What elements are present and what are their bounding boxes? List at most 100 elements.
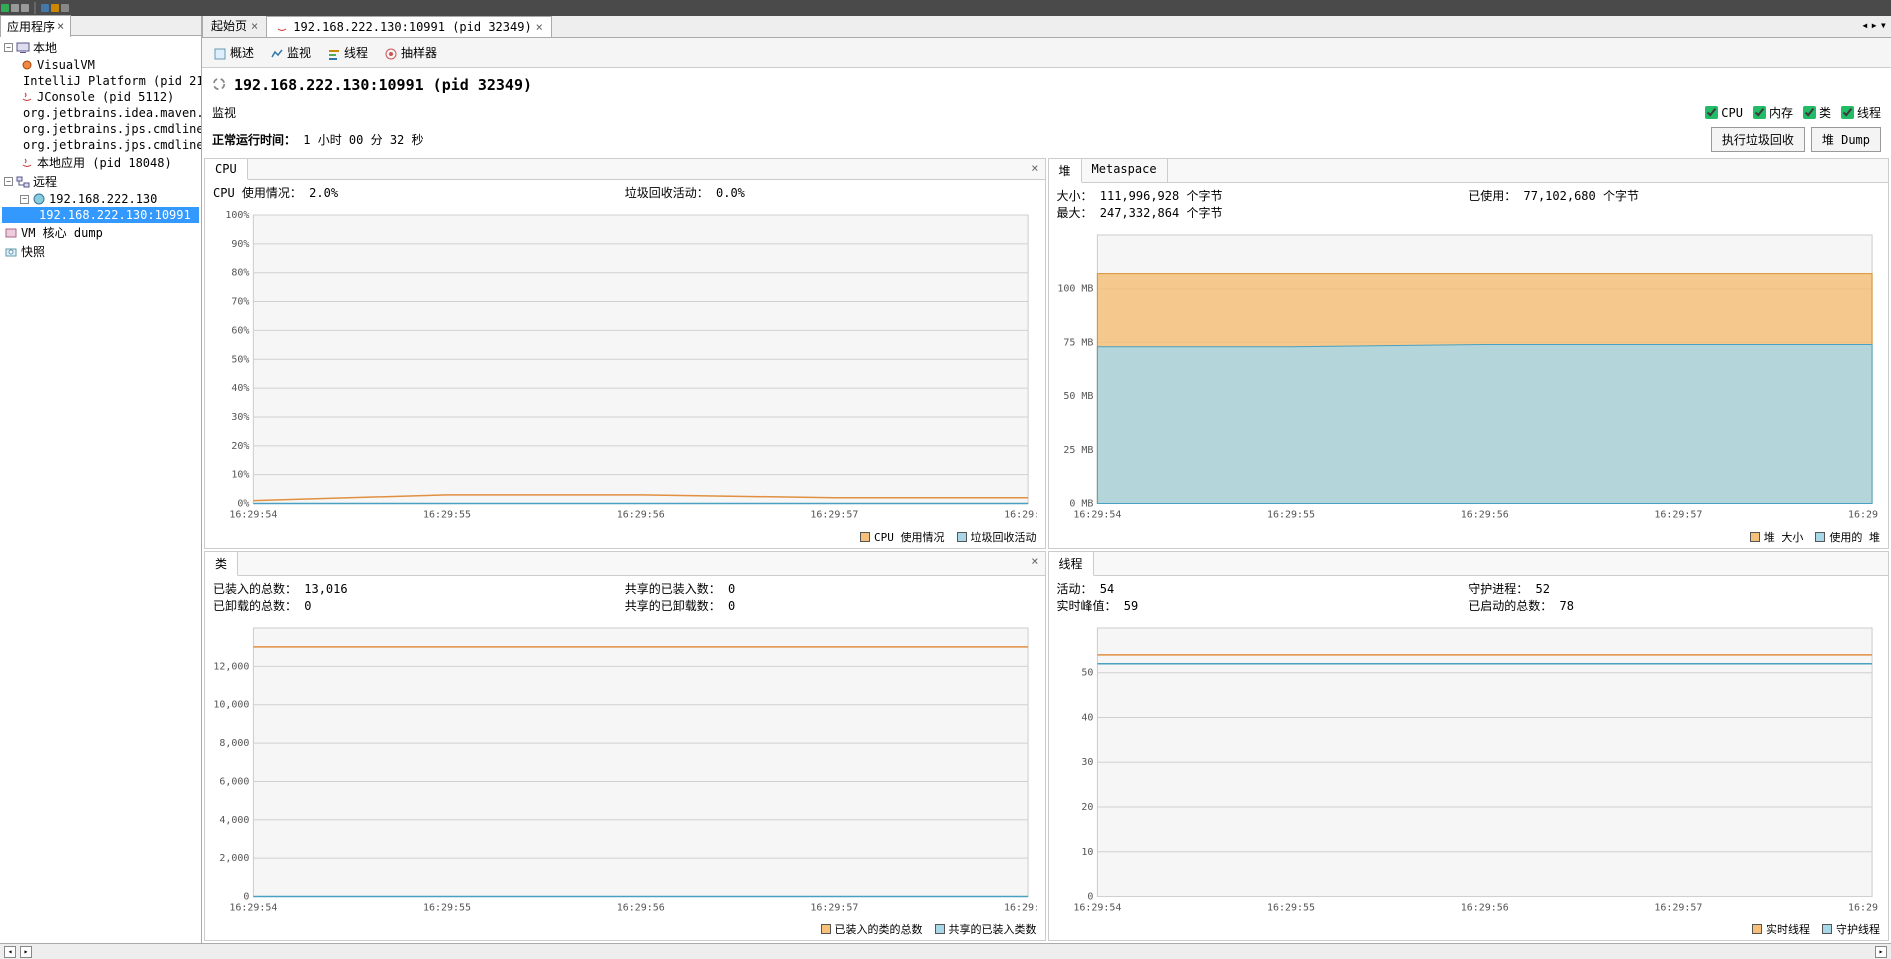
uptime-value: 1 小时 00 分 32 秒 — [303, 133, 423, 147]
tree-label: org.jetbrains.jps.cmdline.Launc — [23, 122, 201, 136]
started-threads-value: 78 — [1560, 599, 1574, 613]
svg-text:16:29:58: 16:29:58 — [1004, 510, 1036, 521]
info-label: 已装入的总数： — [213, 582, 297, 596]
nav-right-icon[interactable]: ▸ — [1875, 946, 1887, 958]
tree-node-coredump[interactable]: VM 核心 dump — [2, 223, 199, 242]
tree-label: org.jetbrains.jps.cmdline.Launc — [23, 138, 201, 152]
network-icon — [16, 176, 30, 188]
collapse-icon[interactable]: − — [4, 177, 13, 186]
tree-node-remote-host[interactable]: − 192.168.222.130 — [2, 191, 199, 207]
gc-button[interactable]: 执行垃圾回收 — [1711, 127, 1805, 152]
tab-next-icon[interactable]: ▸ — [1871, 18, 1878, 32]
button-label: 概述 — [230, 44, 254, 61]
svg-text:16:29:57: 16:29:57 — [1654, 902, 1702, 913]
tree-node-maven[interactable]: org.jetbrains.idea.maven.server — [2, 105, 199, 121]
svg-text:16:29:54: 16:29:54 — [229, 902, 277, 913]
collapse-icon[interactable]: − — [20, 195, 29, 204]
sampler-button[interactable]: 抽样器 — [379, 41, 442, 64]
applications-tree[interactable]: − 本地 VisualVM IntelliJ Platform (pid 214… — [0, 36, 201, 943]
tree-node-jconsole[interactable]: JConsole (pid 5112) — [2, 89, 199, 105]
cpu-tab[interactable]: CPU — [205, 159, 248, 180]
close-icon[interactable]: × — [57, 19, 64, 33]
toolbar-dot — [21, 4, 29, 12]
svg-text:16:29:56: 16:29:56 — [617, 510, 665, 521]
tree-node-remote-app[interactable]: 192.168.222.130:10991 (pid 3 — [2, 207, 199, 223]
computer-icon — [16, 42, 30, 54]
threads-button[interactable]: 线程 — [322, 41, 373, 64]
close-icon[interactable]: × — [1025, 552, 1044, 575]
svg-text:16:29:58: 16:29:58 — [1848, 902, 1880, 913]
tree-node-localapp[interactable]: 本地应用 (pid 18048) — [2, 153, 199, 172]
editor-tab-bar: 起始页 × 192.168.222.130:10991 (pid 32349) … — [202, 16, 1891, 38]
chk-memory[interactable]: 内存 — [1753, 104, 1793, 121]
tree-node-remote[interactable]: − 远程 — [2, 172, 199, 191]
class-chart: 02,0004,0006,0008,00010,00012,00016:29:5… — [213, 622, 1037, 915]
svg-text:40: 40 — [1081, 712, 1093, 723]
tree-node-local[interactable]: − 本地 — [2, 38, 199, 57]
metaspace-tab[interactable]: Metaspace — [1082, 159, 1168, 182]
coredump-icon — [4, 227, 18, 239]
monitor-button[interactable]: 监视 — [265, 41, 316, 64]
chk-cpu[interactable]: CPU — [1705, 104, 1743, 121]
sidebar-tab-applications[interactable]: 应用程序 × — [0, 15, 71, 37]
svg-text:100 MB: 100 MB — [1057, 284, 1093, 295]
svg-text:50%: 50% — [231, 354, 249, 365]
tab-prev-icon[interactable]: ◂ — [1861, 18, 1868, 32]
svg-text:0: 0 — [1087, 891, 1093, 902]
close-icon[interactable]: × — [251, 19, 258, 33]
tree-node-jps1[interactable]: org.jetbrains.jps.cmdline.Launc — [2, 121, 199, 137]
page-title: 192.168.222.130:10991 (pid 32349) — [234, 76, 532, 94]
svg-text:10,000: 10,000 — [213, 699, 249, 710]
visualvm-icon — [20, 59, 34, 71]
tree-node-visualvm[interactable]: VisualVM — [2, 57, 199, 73]
svg-text:50: 50 — [1081, 667, 1093, 678]
tab-remote-app[interactable]: 192.168.222.130:10991 (pid 32349) × — [266, 16, 552, 37]
info-label: 已启动的总数： — [1468, 599, 1552, 613]
svg-text:16:29:55: 16:29:55 — [423, 510, 471, 521]
tab-dropdown-icon[interactable]: ▾ — [1880, 18, 1887, 32]
chk-classes[interactable]: 类 — [1803, 104, 1831, 121]
daemon-threads-value: 52 — [1536, 582, 1550, 596]
info-label: 共享的已装入数： — [625, 582, 721, 596]
overview-button[interactable]: 概述 — [208, 41, 259, 64]
shared-unloaded-value: 0 — [728, 599, 735, 613]
view-toolbar: 概述 监视 线程 抽样器 — [202, 38, 1891, 68]
shared-loaded-value: 0 — [728, 582, 735, 596]
info-label: 共享的已卸载数： — [625, 599, 721, 613]
collapse-icon[interactable]: − — [4, 43, 13, 52]
tab-start-page[interactable]: 起始页 × — [202, 16, 267, 37]
chk-threads[interactable]: 线程 — [1841, 104, 1881, 121]
svg-text:8,000: 8,000 — [219, 738, 249, 749]
active-threads-value: 54 — [1100, 582, 1114, 596]
tree-label: 远程 — [33, 173, 57, 190]
class-tab[interactable]: 类 — [205, 552, 238, 576]
nav-forward-icon[interactable]: ▸ — [20, 946, 32, 958]
tree-label: JConsole (pid 5112) — [37, 90, 174, 104]
info-label: 守护进程： — [1468, 582, 1528, 596]
toolbar-dot — [51, 4, 59, 12]
close-icon[interactable]: × — [1025, 159, 1044, 179]
tree-node-intellij[interactable]: IntelliJ Platform (pid 21428) — [2, 73, 199, 89]
close-icon[interactable]: × — [536, 20, 543, 34]
tree-node-snapshot[interactable]: 快照 — [2, 242, 199, 261]
svg-text:16:29:56: 16:29:56 — [617, 902, 665, 913]
heap-tab[interactable]: 堆 — [1049, 159, 1082, 183]
tree-label: 本地 — [33, 39, 57, 56]
toolbar-dot — [11, 4, 19, 12]
applications-sidebar: 应用程序 × − 本地 VisualVM IntelliJ Platform (… — [0, 16, 202, 943]
nav-back-icon[interactable]: ◂ — [4, 946, 16, 958]
svg-text:90%: 90% — [231, 239, 249, 250]
svg-text:30%: 30% — [231, 412, 249, 423]
snapshot-icon — [4, 246, 18, 258]
button-label: 线程 — [344, 44, 368, 61]
java-icon — [20, 91, 34, 103]
legend-item: 已装入的类的总数 — [821, 921, 923, 937]
tree-label: org.jetbrains.idea.maven.server — [23, 106, 201, 120]
heap-dump-button[interactable]: 堆 Dump — [1811, 127, 1881, 152]
thread-tab[interactable]: 线程 — [1049, 552, 1094, 576]
tree-node-jps2[interactable]: org.jetbrains.jps.cmdline.Launc — [2, 137, 199, 153]
info-label: 大小： — [1057, 189, 1093, 203]
unloaded-classes-value: 0 — [304, 599, 311, 613]
heap-chart-panel: 堆 Metaspace 大小： 111,996,928 个字节 最大： 247,… — [1048, 158, 1890, 549]
svg-text:75 MB: 75 MB — [1063, 337, 1093, 348]
